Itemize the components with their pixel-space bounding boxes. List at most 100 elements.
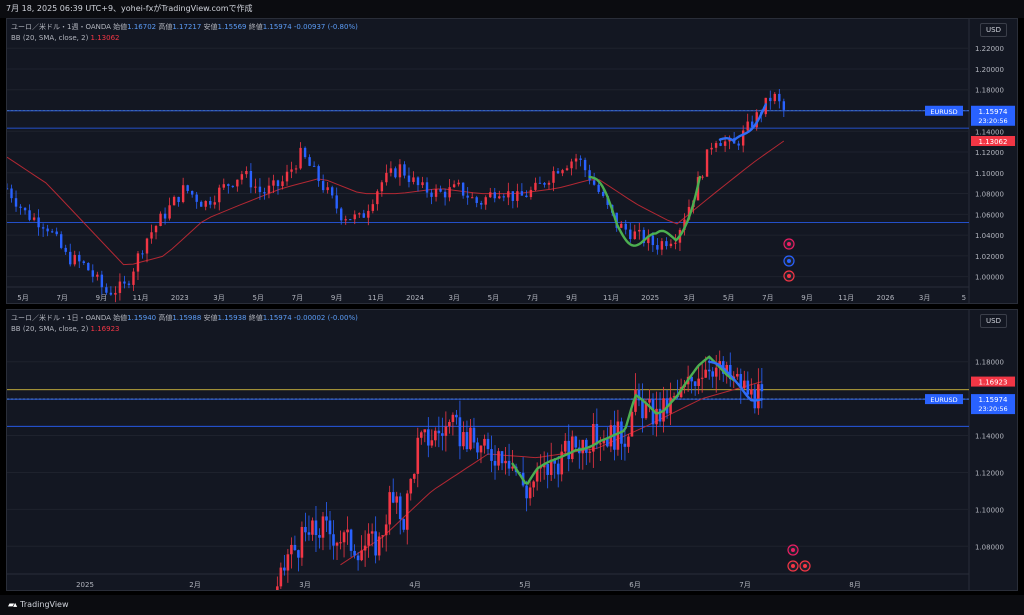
currency-button[interactable]: USD — [980, 314, 1007, 328]
candle-body — [258, 186, 262, 193]
candle-body — [398, 496, 402, 520]
x-tick-label: 11月 — [603, 294, 619, 302]
candle-body — [570, 161, 573, 169]
daily-chart-canvas[interactable]: 1.180001.160001.140001.120001.100001.080… — [7, 310, 1018, 591]
candle-body — [240, 174, 244, 180]
y-tick-label: 1.14000 — [975, 128, 1004, 136]
candle-body — [141, 253, 144, 255]
candle-body — [760, 384, 764, 392]
candle-body — [154, 226, 158, 233]
candle-body — [231, 185, 235, 187]
candle-body — [421, 182, 424, 186]
candle-body — [469, 427, 472, 450]
candle-body — [376, 191, 379, 205]
candle-body — [778, 93, 781, 102]
x-tick-label: 7月 — [527, 294, 538, 302]
candle-body — [360, 550, 363, 561]
legend-low-label: 安値 — [203, 314, 218, 322]
candle-body — [574, 158, 578, 162]
y-tick-label: 1.12000 — [975, 469, 1004, 477]
candle-body — [416, 177, 420, 186]
legend-close-label: 終値 — [248, 314, 263, 322]
daily-chart-pane[interactable]: 1.180001.160001.140001.120001.100001.080… — [6, 309, 1018, 591]
candle-body — [407, 175, 411, 182]
candle-body — [312, 165, 316, 167]
candle-body — [46, 228, 49, 232]
x-tick-label: 5月 — [488, 294, 499, 302]
candle-body — [41, 227, 45, 229]
candle-body — [475, 197, 478, 203]
candle-body — [353, 550, 356, 556]
candle-body — [648, 398, 651, 403]
candle-body — [423, 429, 427, 433]
candle-body — [430, 440, 434, 446]
x-tick-label: 3月 — [448, 294, 459, 302]
candle-body — [769, 97, 772, 102]
candle-body — [693, 381, 697, 386]
candle-body — [59, 234, 63, 248]
weekly-chart-canvas[interactable]: 1.220001.200001.180001.160001.140001.120… — [7, 19, 1018, 304]
candle-body — [498, 196, 501, 199]
candle-body — [283, 567, 286, 571]
candle-body — [254, 186, 257, 188]
currency-button[interactable]: USD — [980, 23, 1007, 37]
candle-body — [504, 460, 507, 464]
candle-body — [757, 384, 760, 409]
candle-body — [109, 292, 113, 295]
candle-body — [742, 380, 746, 389]
candle-body — [344, 219, 347, 221]
tradingview-logo-icon: ▰▴ — [8, 600, 17, 609]
candle-body — [561, 170, 564, 174]
candle-body — [330, 187, 334, 196]
daily-legend: ユーロ／米ドル・1日・OANDA 始値1.15940 高値1.15988 安値1… — [11, 313, 358, 323]
candle-body — [507, 460, 511, 469]
weekly-chart-pane[interactable]: 1.220001.200001.180001.160001.140001.120… — [6, 18, 1018, 304]
candle-body — [707, 369, 711, 372]
price-tag-price: 1.15974 — [979, 108, 1008, 116]
candle-body — [704, 369, 707, 378]
candle-body — [427, 429, 430, 446]
event-marker-dot — [803, 564, 807, 568]
candle-body — [443, 191, 447, 198]
candle-body — [613, 425, 616, 450]
candle-body — [735, 374, 739, 377]
candle-body — [127, 283, 131, 285]
price-tag-timer: 23:20:56 — [978, 405, 1007, 413]
bb-tag-text: 1.13062 — [979, 138, 1008, 146]
candle-body — [227, 184, 230, 186]
y-tick-label: 1.00000 — [975, 274, 1004, 282]
candle-body — [412, 473, 416, 479]
candle-body — [308, 157, 311, 166]
daily-bb-legend[interactable]: BB (20, SMA, close, 2) 1.16923 — [11, 324, 120, 334]
candle-body — [710, 147, 713, 150]
legend-high-label: 高値 — [158, 23, 173, 31]
candle-body — [483, 438, 486, 446]
candle-body — [439, 188, 442, 192]
candle-body — [543, 183, 546, 185]
candle-body — [638, 229, 641, 232]
candle-body — [629, 229, 632, 240]
bb-tag-text: 1.16923 — [979, 379, 1008, 387]
candle-body — [14, 198, 18, 207]
candle-body — [195, 194, 198, 202]
candle-body — [434, 430, 437, 441]
candle-body — [340, 208, 343, 221]
candle-body — [371, 204, 375, 211]
legend-symbol: ユーロ／米ドル・1日・OANDA — [11, 314, 111, 322]
candle-body — [528, 487, 532, 499]
candle-body — [592, 423, 595, 452]
candle-body — [430, 192, 433, 197]
candle-body — [624, 223, 627, 230]
legend-high: 1.15988 — [172, 314, 202, 322]
candle-body — [719, 143, 722, 146]
y-tick-label: 1.18000 — [975, 359, 1004, 367]
candle-body — [546, 463, 549, 475]
candle-body — [525, 485, 528, 499]
event-marker-dot — [791, 564, 795, 568]
y-tick-label: 1.08000 — [975, 543, 1004, 551]
weekly-bb-legend[interactable]: BB (20, SMA, close, 2) 1.13062 — [11, 33, 120, 43]
y-tick-label: 1.08000 — [975, 191, 1004, 199]
candle-body — [525, 195, 528, 198]
candle-body — [403, 164, 406, 176]
legend-open: 1.15940 — [127, 314, 157, 322]
